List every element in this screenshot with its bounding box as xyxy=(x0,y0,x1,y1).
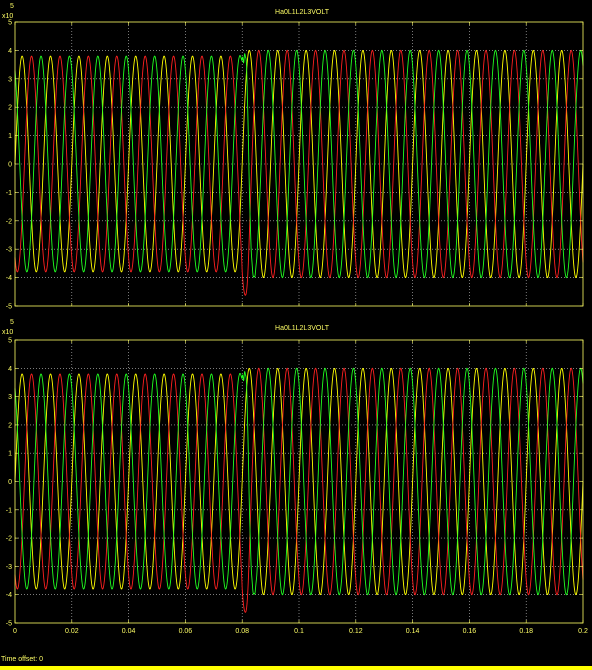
y-tick-label: -2 xyxy=(6,536,12,543)
y-tick-label: 4 xyxy=(8,48,12,55)
y-tick-label: 2 xyxy=(8,422,12,429)
y-tick-label: 5 xyxy=(8,20,12,27)
x-tick-label: 0.06 xyxy=(179,628,193,635)
y-tick-label: -5 xyxy=(6,621,12,628)
y-tick-label: -4 xyxy=(6,275,12,282)
time-offset-label: Time offset: 0 xyxy=(1,656,44,663)
x-tick-label: 0.1 xyxy=(294,628,304,635)
y-exponent-label: x10 xyxy=(2,329,13,336)
x-tick-label: 0.04 xyxy=(122,628,136,635)
y-tick-label: 5 xyxy=(8,338,12,345)
y-tick-label: -3 xyxy=(6,247,12,254)
chart-title: Ha0L1L2L3VOLT xyxy=(275,325,330,332)
y-tick-label: -2 xyxy=(6,218,12,225)
y-exponent-power: 5 xyxy=(10,319,14,326)
x-tick-label: 0.12 xyxy=(349,628,363,635)
y-tick-label: 1 xyxy=(8,451,12,458)
x-tick-label: 0.18 xyxy=(519,628,533,635)
y-tick-label: 2 xyxy=(8,105,12,112)
chart-title: Ha0L1L2L3VOLT xyxy=(275,9,330,16)
y-tick-label: -1 xyxy=(6,507,12,514)
y-tick-label: 0 xyxy=(8,162,12,169)
y-tick-label: 3 xyxy=(8,76,12,83)
x-tick-label: 0 xyxy=(13,628,17,635)
scope-display: Ha0L1L2L3VOLT x10 5 5 4 3 2 1 0 -1 -2 -3 -4 -5 Ha0L1L… xyxy=(0,0,592,670)
x-tick-label: 0.16 xyxy=(463,628,477,635)
x-tick-label: 0.2 xyxy=(578,628,588,635)
y-tick-label: -4 xyxy=(6,592,12,599)
status-divider xyxy=(0,666,592,670)
y-tick-label: -1 xyxy=(6,190,12,197)
y-tick-label: -5 xyxy=(6,304,12,311)
x-tick-label: 0.14 xyxy=(406,628,420,635)
y-exponent-power: 5 xyxy=(10,3,14,10)
x-tick-label: 0.08 xyxy=(235,628,249,635)
y-tick-label: 3 xyxy=(8,394,12,401)
y-tick-label: 1 xyxy=(8,133,12,140)
x-tick-label: 0.02 xyxy=(65,628,79,635)
y-tick-label: -3 xyxy=(6,564,12,571)
y-tick-label: 4 xyxy=(8,366,12,373)
y-tick-label: 0 xyxy=(8,479,12,486)
